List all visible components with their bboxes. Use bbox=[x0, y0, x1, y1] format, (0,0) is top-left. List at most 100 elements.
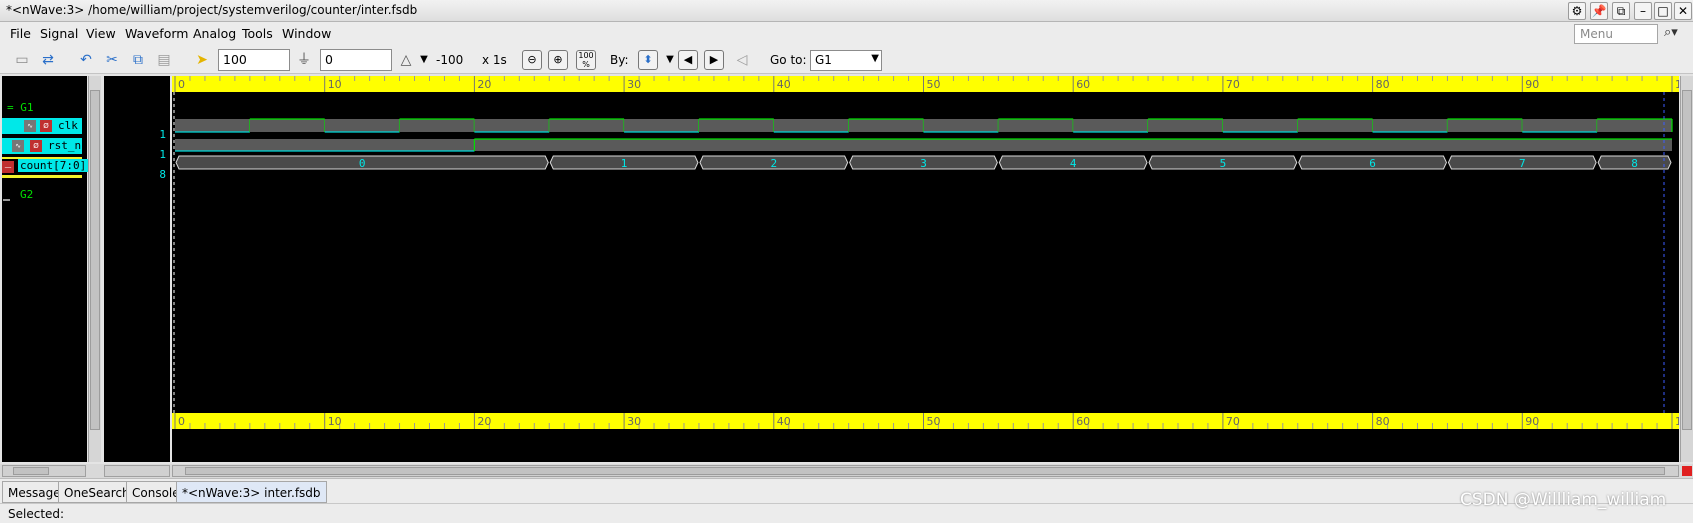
undo-icon[interactable]: ↶ bbox=[76, 50, 96, 70]
by-label: By: bbox=[610, 53, 629, 67]
by-dropdown-icon[interactable]: ▼ bbox=[660, 50, 680, 70]
tab-nwave[interactable]: *<nWave:3> inter.fsdb bbox=[176, 481, 327, 503]
clk-fill bbox=[848, 119, 924, 132]
goto-select[interactable]: G1 ▼ bbox=[810, 50, 882, 71]
scroll-thumb[interactable] bbox=[1682, 90, 1692, 430]
delta-value: -100 bbox=[436, 53, 464, 67]
clk-fill bbox=[998, 119, 1074, 132]
close-button[interactable]: ✕ bbox=[1674, 2, 1692, 20]
menu-signal[interactable]: Signal bbox=[40, 26, 78, 41]
menu-view[interactable]: View bbox=[86, 26, 116, 41]
menu-bar: File Signal View Waveform Analog Tools W… bbox=[0, 22, 1693, 46]
maximize-button[interactable]: □ bbox=[1654, 2, 1672, 20]
clk-fill bbox=[1222, 119, 1298, 132]
top-ruler-tick-label: 90 bbox=[1525, 78, 1539, 91]
chevron-down-icon: ▼ bbox=[871, 53, 879, 64]
bottom-ruler-tick-label: 0 bbox=[178, 415, 185, 428]
marker-icon[interactable]: ⏚ bbox=[294, 50, 314, 70]
pointer-icon[interactable]: ➤ bbox=[192, 50, 212, 70]
cut-icon[interactable]: ✂ bbox=[102, 50, 122, 70]
scroll-thumb[interactable] bbox=[90, 90, 100, 430]
delta-dropdown-icon[interactable]: ▼ bbox=[414, 50, 434, 70]
zoom-fit-icon[interactable]: 100% bbox=[576, 50, 596, 70]
delta-icon[interactable]: △ bbox=[396, 50, 416, 70]
open-icon[interactable]: ▭ bbox=[12, 50, 32, 70]
value-count: 8 bbox=[159, 168, 166, 181]
bottom-ruler-tick-label: 70 bbox=[1226, 415, 1240, 428]
tab-onesearch[interactable]: OneSearch bbox=[58, 481, 136, 503]
clk-fill bbox=[1372, 119, 1448, 132]
menu-waveform[interactable]: Waveform bbox=[125, 26, 188, 41]
waveform-scrollbar[interactable] bbox=[1680, 76, 1693, 462]
signal-name: rst_n bbox=[48, 139, 82, 152]
signal-row-rst-n[interactable]: ∿ Ø rst_n bbox=[2, 138, 82, 154]
bottom-ruler-tick-label: 30 bbox=[627, 415, 641, 428]
count-label: 4 bbox=[1070, 157, 1077, 170]
count-label: 5 bbox=[1220, 157, 1227, 170]
paste-icon[interactable]: ▤ bbox=[154, 50, 174, 70]
top-ruler-tick-label: 30 bbox=[627, 78, 641, 91]
search-icon[interactable]: ⌕▾ bbox=[1664, 25, 1688, 43]
scroll-thumb[interactable] bbox=[185, 467, 1665, 475]
type-icon: ∿ bbox=[24, 120, 36, 132]
insert-marker bbox=[3, 199, 10, 201]
next-edge-icon[interactable]: ▶ bbox=[704, 50, 724, 70]
bottom-ruler-tick-label: 90 bbox=[1525, 415, 1539, 428]
clk-fill bbox=[1522, 119, 1598, 132]
clk-fill bbox=[474, 119, 550, 132]
status-indicator bbox=[1682, 466, 1692, 476]
count-label: 7 bbox=[1519, 157, 1526, 170]
status-bar: Selected: bbox=[0, 503, 1693, 523]
menu-file[interactable]: File bbox=[10, 26, 31, 41]
signal-hscroll[interactable] bbox=[2, 465, 86, 477]
tab-message[interactable]: Message bbox=[2, 481, 67, 503]
bottom-ruler-tick-label: 80 bbox=[1376, 415, 1390, 428]
menu-tools[interactable]: Tools bbox=[242, 26, 273, 41]
signal-pane-scrollbar[interactable] bbox=[88, 76, 101, 462]
value-rst-n: 1 bbox=[159, 148, 166, 161]
flag-icon: Ø bbox=[30, 140, 42, 152]
waveform-canvas[interactable]: 0102030405060708090100010203040506070809… bbox=[172, 76, 1693, 462]
waveform-hscroll[interactable] bbox=[172, 465, 1679, 477]
copy-icon[interactable]: ⧉ bbox=[128, 50, 148, 70]
value-hscroll[interactable] bbox=[104, 465, 170, 477]
bottom-ruler-tick-label: 100 bbox=[1675, 415, 1679, 428]
detach-icon[interactable]: ⧉ bbox=[1612, 2, 1630, 20]
selection-bar bbox=[2, 175, 82, 178]
signal-row-clk[interactable]: ∿ Ø clk bbox=[2, 118, 82, 134]
bottom-ruler-tick-label: 10 bbox=[328, 415, 342, 428]
menu-analog[interactable]: Analog bbox=[193, 26, 236, 41]
value-pane[interactable]: 1 1 8 bbox=[104, 76, 170, 462]
bottom-tabs: Message OneSearch Console *<nWave:3> int… bbox=[0, 478, 1693, 503]
zoom-out-icon[interactable]: ⊖ bbox=[522, 50, 542, 70]
minimize-button[interactable]: – bbox=[1634, 2, 1652, 20]
waveform-pane[interactable]: 0102030405060708090100010203040506070809… bbox=[172, 76, 1693, 462]
reload-icon[interactable]: ⇄ bbox=[38, 50, 58, 70]
bottom-ruler-tick-label: 40 bbox=[777, 415, 791, 428]
menu-window[interactable]: Window bbox=[282, 26, 331, 41]
cursor-time-field[interactable]: 100 bbox=[218, 49, 290, 71]
clk-fill bbox=[324, 119, 400, 132]
bottom-ruler-tick-label: 20 bbox=[477, 415, 491, 428]
top-ruler-tick-label: 0 bbox=[178, 78, 185, 91]
pin-icon[interactable]: 📌 bbox=[1590, 2, 1608, 20]
group-g1[interactable]: = G1 bbox=[7, 101, 34, 114]
count-label: 0 bbox=[359, 157, 366, 170]
zoom-in-icon[interactable]: ⊕ bbox=[548, 50, 568, 70]
clk-fill bbox=[1447, 119, 1523, 132]
clk-fill bbox=[1073, 119, 1149, 132]
signal-name-pane[interactable]: = G1 ∿ Ø clk ∿ Ø rst_n — count[7:0] G2 bbox=[2, 76, 89, 462]
signal-row-count[interactable]: — count[7:0] bbox=[2, 159, 89, 175]
settings-icon[interactable]: ⚙ bbox=[1568, 2, 1586, 20]
group-g2[interactable]: G2 bbox=[20, 188, 33, 201]
nwave-window: *<nWave:3> /home/william/project/systemv… bbox=[0, 0, 1693, 523]
top-ruler-tick-label: 50 bbox=[927, 78, 941, 91]
menu-search-input[interactable]: Menu bbox=[1574, 24, 1658, 44]
type-icon: ∿ bbox=[12, 140, 24, 152]
marker-time-field[interactable]: 0 bbox=[320, 49, 392, 71]
scroll-thumb[interactable] bbox=[13, 467, 49, 475]
back-icon[interactable]: ◁ bbox=[732, 50, 752, 70]
prev-edge-icon[interactable]: ◀ bbox=[678, 50, 698, 70]
clk-fill bbox=[923, 119, 999, 132]
search-by-icon[interactable]: ⬍ bbox=[638, 50, 658, 70]
